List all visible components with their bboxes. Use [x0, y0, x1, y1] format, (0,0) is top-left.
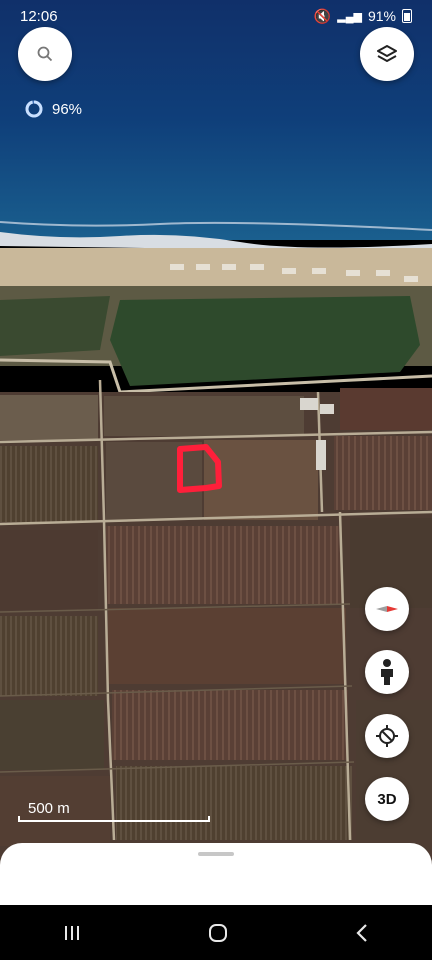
layers-icon	[377, 45, 397, 62]
crosshair-location-icon	[376, 725, 398, 747]
loading-percent: 96%	[52, 100, 83, 118]
compass-button[interactable]	[365, 587, 409, 631]
signal-icon: ▂▄▆	[337, 10, 362, 23]
3d-toggle-button[interactable]: 3D	[365, 777, 409, 821]
android-nav-bar	[0, 905, 432, 960]
satellite-imagery	[0, 0, 432, 905]
loading-ring-icon	[25, 100, 43, 118]
satellite-map[interactable]	[0, 0, 432, 905]
my-location-button[interactable]	[365, 714, 409, 758]
street-view-button[interactable]	[365, 650, 409, 694]
scale-bar: 500 m	[18, 800, 210, 822]
3d-label: 3D	[377, 790, 397, 808]
scale-label: 500 m	[28, 800, 70, 817]
loading-indicator: 96%	[24, 99, 82, 119]
sheet-drag-handle[interactable]	[198, 852, 234, 856]
status-time: 12:06	[20, 7, 58, 25]
layers-button[interactable]	[360, 27, 414, 81]
home-icon[interactable]	[207, 922, 229, 944]
scale-line	[18, 816, 210, 822]
battery-icon	[402, 9, 412, 23]
search-button[interactable]	[18, 27, 72, 81]
recent-apps-icon[interactable]	[62, 924, 82, 942]
compass-icon	[376, 606, 398, 612]
battery-percent: 91%	[367, 8, 396, 24]
bottom-sheet[interactable]	[0, 843, 432, 905]
search-icon	[37, 46, 53, 62]
status-bar: 12:06 🔇 ▂▄▆ 91%	[0, 0, 432, 32]
mute-icon: 🔇	[313, 7, 332, 24]
back-icon[interactable]	[354, 923, 370, 943]
pegman-icon	[381, 659, 393, 685]
